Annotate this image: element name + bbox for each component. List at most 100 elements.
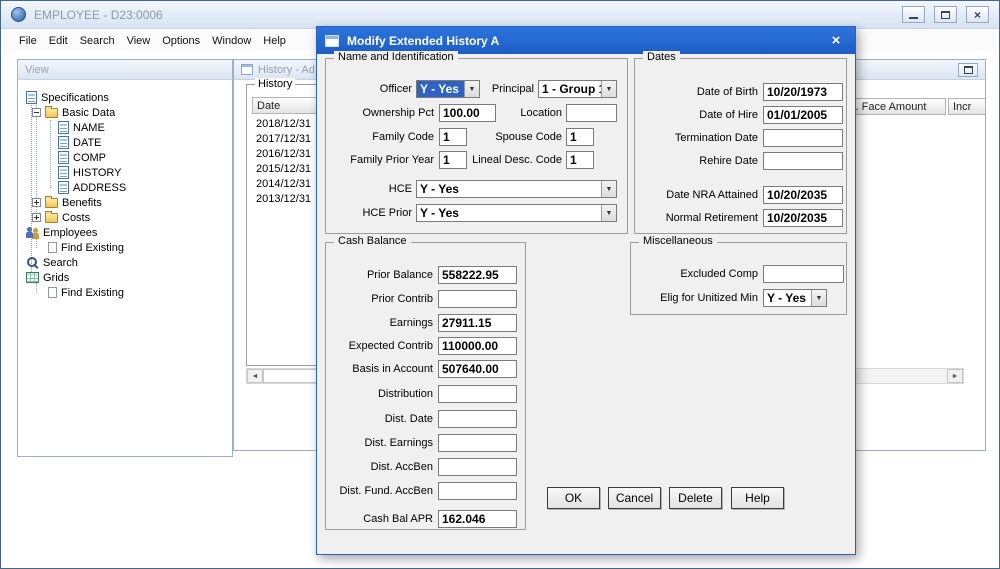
excluded-comp-field[interactable] [763,265,844,283]
dialog-titlebar[interactable]: Modify Extended History A × [317,27,855,54]
prior-contrib-field[interactable] [438,290,517,308]
tree-item-basic-data[interactable]: Basic Data [18,105,232,120]
group-miscellaneous: Miscellaneous Excluded Comp Elig for Uni… [630,242,847,315]
elig-unitized-min-label: Elig for Unitized Min [631,289,758,307]
spouse-code-field[interactable] [566,128,594,146]
menu-options[interactable]: Options [156,33,206,49]
chevron-down-icon[interactable]: ▼ [601,81,616,97]
principal-label: Principal [481,80,534,98]
date-nra-attained-field[interactable] [763,186,843,204]
minimize-button[interactable] [902,6,925,23]
hce-combo[interactable]: Y - Yes ▼ [416,180,617,198]
maximize-icon [941,11,950,19]
tree-item-specifications[interactable]: Specifications [18,90,232,105]
dist-accben-field[interactable] [438,458,517,476]
form-icon [58,166,69,179]
expected-contrib-field[interactable] [438,337,517,355]
tree-item-label: ADDRESS [73,182,126,194]
expand-icon[interactable] [32,213,41,222]
menu-help[interactable]: Help [257,33,292,49]
column-header-incr[interactable]: Incr [948,98,986,115]
date-of-birth-field[interactable] [763,83,843,101]
location-field[interactable] [566,104,617,122]
chevron-down-icon[interactable]: ▼ [464,81,479,97]
help-button[interactable]: Help [731,487,784,509]
tree-item-benefits[interactable]: Benefits [18,195,232,210]
menu-search[interactable]: Search [74,33,121,49]
date-of-hire-field[interactable] [763,106,843,124]
chevron-down-icon[interactable]: ▼ [811,290,826,306]
menu-file[interactable]: File [13,33,43,49]
tree-item-find-existing-grids[interactable]: Find Existing [18,285,232,300]
tree-item-find-existing-employees[interactable]: Find Existing [18,240,232,255]
collapse-icon[interactable] [32,108,41,117]
column-header-face-amount[interactable]: cr. Face Amount [842,98,946,115]
basis-in-account-field[interactable] [438,360,517,378]
maximize-button[interactable] [934,6,957,23]
prior-contrib-label: Prior Contrib [326,290,433,308]
ownership-pct-field[interactable] [439,104,496,122]
tree-item-search[interactable]: Search [18,255,232,270]
group-name-identification: Name and Identification Officer Y - Yes … [325,58,628,234]
officer-combo[interactable]: Y - Yes ▼ [416,80,480,98]
tree-item-label: Find Existing [61,242,124,254]
tree-item-label: DATE [73,137,102,149]
lineal-desc-code-label: Lineal Desc. Code [456,151,562,169]
scroll-left-icon: ◄ [252,373,259,380]
elig-unitized-min-combo[interactable]: Y - Yes ▼ [763,289,827,307]
tree-item-name[interactable]: NAME [18,120,232,135]
tree-item-date[interactable]: DATE [18,135,232,150]
close-button[interactable]: × [966,6,989,23]
earnings-field[interactable] [438,314,517,332]
tree-item-label: Employees [43,227,97,239]
family-code-field[interactable] [439,128,467,146]
distribution-field[interactable] [438,385,517,403]
tree-item-employees[interactable]: Employees [18,225,232,240]
menu-view[interactable]: View [121,33,157,49]
scroll-right-button[interactable]: ► [947,369,963,383]
principal-combo[interactable]: 1 - Group 1 ▼ [538,80,617,98]
scroll-left-button[interactable]: ◄ [247,369,263,383]
view-titlebar[interactable]: View [18,60,232,80]
dist-fund-accben-field[interactable] [438,482,517,500]
tree-item-grids[interactable]: Grids [18,270,232,285]
group-title: Dates [643,51,680,63]
chevron-down-icon[interactable]: ▼ [601,181,616,197]
employee-app-window: EMPLOYEE - D23:0006 × File Edit Search V… [0,0,1000,569]
maximize-button[interactable] [958,63,978,77]
hce-prior-combo[interactable]: Y - Yes ▼ [416,204,617,222]
doc-icon [48,242,57,253]
group-title: History [255,78,295,90]
dist-date-field[interactable] [438,410,517,428]
termination-date-field[interactable] [763,129,843,147]
form-icon [58,151,69,164]
menu-edit[interactable]: Edit [43,33,74,49]
group-dates: Dates Date of Birth Date of Hire Termina… [634,58,847,234]
principal-combo-value: 1 - Group 1 [539,81,601,97]
main-titlebar: EMPLOYEE - D23:0006 × [1,1,999,29]
folder-icon [45,213,58,223]
tree-item-address[interactable]: ADDRESS [18,180,232,195]
excluded-comp-label: Excluded Comp [631,265,758,283]
menu-window[interactable]: Window [206,33,257,49]
delete-button[interactable]: Delete [669,487,722,509]
ok-button[interactable]: OK [547,487,600,509]
group-title: Miscellaneous [639,235,717,247]
expand-icon[interactable] [32,198,41,207]
tree-item-comp[interactable]: COMP [18,150,232,165]
dist-earnings-field[interactable] [438,434,517,452]
cancel-button[interactable]: Cancel [608,487,661,509]
dialog-close-button[interactable]: × [825,31,847,51]
basis-in-account-label: Basis in Account [326,360,433,378]
modify-extended-history-dialog: Modify Extended History A × Name and Ide… [316,26,856,555]
tree-item-history[interactable]: HISTORY [18,165,232,180]
dialog-title: Modify Extended History A [347,34,499,48]
dialog-icon [325,35,339,47]
normal-retirement-field[interactable] [763,209,843,227]
rehire-date-field[interactable] [763,152,843,170]
cash-bal-apr-field[interactable] [438,510,517,528]
prior-balance-field[interactable] [438,266,517,284]
lineal-desc-code-field[interactable] [566,151,594,169]
chevron-down-icon[interactable]: ▼ [601,205,616,221]
tree-item-costs[interactable]: Costs [18,210,232,225]
